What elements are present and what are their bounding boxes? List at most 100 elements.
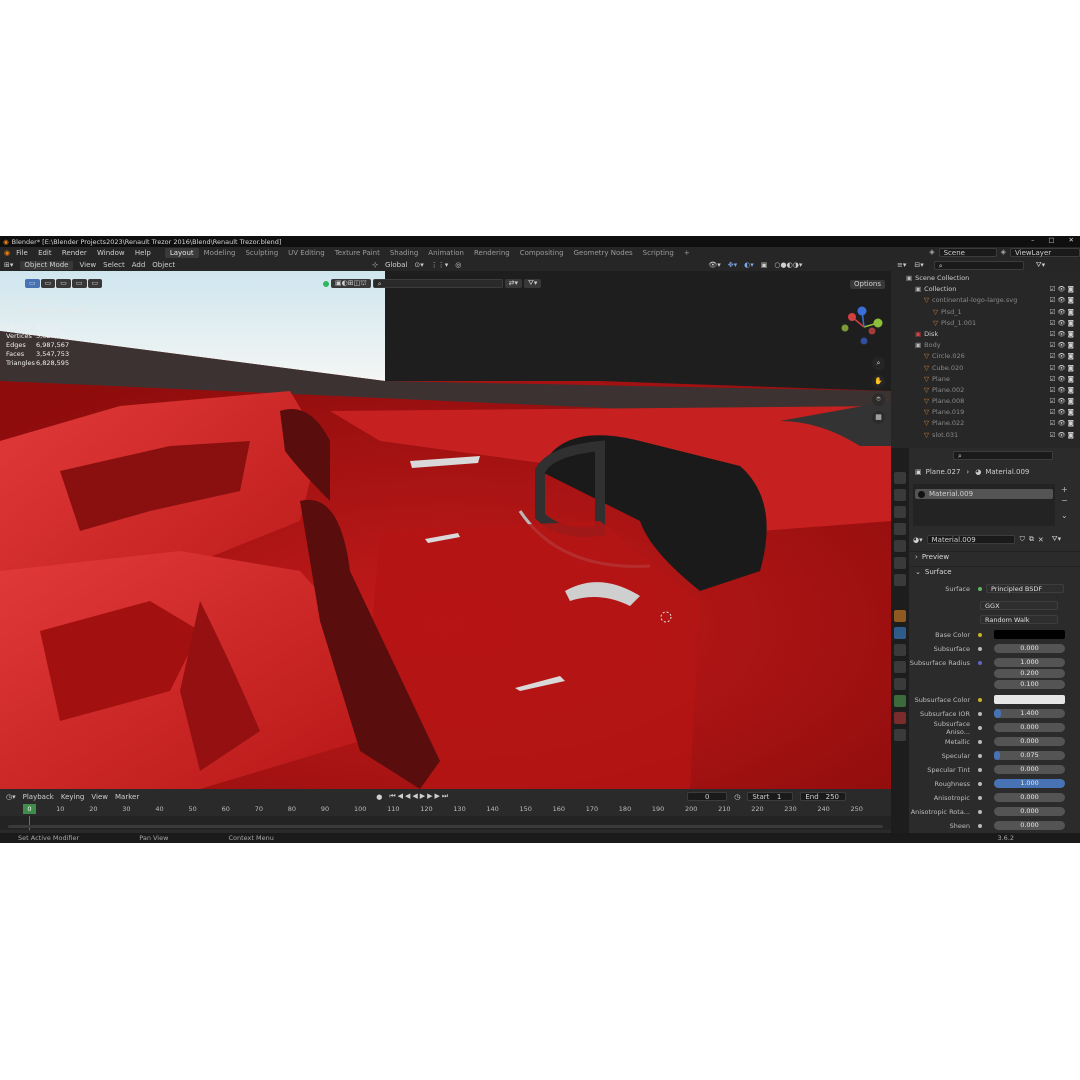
maximize-icon[interactable]: □ (1048, 236, 1054, 244)
outliner-row[interactable]: ▣ Body ☑ 👁 ◙ (891, 340, 1080, 351)
socket-icon[interactable] (978, 753, 982, 758)
current-frame-marker[interactable]: 0 (23, 804, 36, 814)
visibility-toggle-icons[interactable]: ☑ 👁 ◙ (1049, 385, 1074, 396)
visibility-icon[interactable]: 👁▾ (708, 261, 720, 269)
value-slider[interactable]: 0.000 (994, 765, 1065, 774)
material-name-field[interactable]: Material.009 (926, 535, 1015, 544)
outliner-row[interactable]: ▽ Plsd_1.001 ☑ 👁 ◙ (891, 318, 1080, 329)
3d-viewport[interactable]: User Perspective (0) Collection | Plane.… (0, 271, 891, 789)
tab-animation[interactable]: Animation (423, 248, 469, 258)
tab-modeling[interactable]: Modeling (199, 248, 241, 258)
view-menu[interactable]: View (80, 261, 97, 269)
tab-scripting[interactable]: Scripting (638, 248, 679, 258)
socket-icon[interactable] (978, 809, 982, 814)
transform-orientation-dropdown[interactable]: Global (385, 261, 407, 269)
material-tab-icon[interactable] (894, 712, 906, 724)
proportional-edit-icon[interactable]: ◎ (455, 261, 461, 269)
surface-panel-header[interactable]: ⌄ Surface (909, 566, 1080, 577)
outliner-row[interactable]: ▽ Plsd_1 ☑ 👁 ◙ (891, 307, 1080, 318)
select-extend-icon[interactable]: ▭ (40, 279, 56, 288)
browse-material-icon[interactable]: ◕▾ (913, 536, 923, 544)
xray-icon[interactable]: ▣ (761, 261, 768, 269)
socket-icon[interactable] (978, 660, 982, 665)
tool-tab-icon[interactable] (894, 472, 906, 484)
outliner-row[interactable]: ▽ Plane.022 ☑ 👁 ◙ (891, 418, 1080, 429)
modifier-tab-icon[interactable] (894, 627, 906, 639)
socket-icon[interactable] (978, 711, 982, 716)
distribution-dropdown[interactable]: GGX (980, 601, 1058, 610)
options-dropdown[interactable]: Options (849, 280, 885, 289)
menu-help[interactable]: Help (135, 249, 151, 257)
timeline-track[interactable] (0, 816, 891, 830)
zoom-icon[interactable]: ⌕ (872, 357, 885, 370)
outliner-row[interactable]: ▣ Disk ☑ 👁 ◙ (891, 329, 1080, 340)
blender-menu-icon[interactable]: ◉ (4, 249, 10, 257)
subsurface-method-dropdown[interactable]: Random Walk (980, 615, 1058, 624)
object-tab-icon[interactable] (894, 610, 906, 622)
tab-compositing[interactable]: Compositing (515, 248, 569, 258)
object-menu[interactable]: Object (152, 261, 175, 269)
overlay-icon[interactable]: ◐▾ (744, 261, 754, 269)
outliner-row[interactable]: ▽ Cube.020 ☑ 👁 ◙ (891, 363, 1080, 374)
socket-icon[interactable] (978, 795, 982, 800)
socket-icon[interactable] (978, 725, 982, 730)
object-type-icon[interactable] (323, 280, 329, 287)
add-slot-icon[interactable]: + (1061, 484, 1068, 495)
visibility-toggle-icons[interactable]: ☑ 👁 ◙ (1049, 407, 1074, 418)
marker-menu[interactable]: Marker (115, 793, 139, 801)
mode-dropdown[interactable]: Object Mode (20, 260, 73, 270)
socket-icon[interactable] (978, 697, 982, 702)
select-invert-icon[interactable]: ▭ (71, 279, 87, 288)
menu-edit[interactable]: Edit (38, 249, 52, 257)
visibility-toggle-icons[interactable]: ☑ 👁 ◙ (1049, 351, 1074, 362)
tab-shading[interactable]: Shading (385, 248, 423, 258)
value-slider[interactable]: 1.400 (994, 709, 1065, 718)
playback-controls[interactable]: ⏮◀◀◀▶▶▶⏭ (389, 792, 450, 801)
physics-tab-icon[interactable] (894, 661, 906, 673)
visibility-toggle-icons[interactable]: ☑ 👁 ◙ (1049, 363, 1074, 374)
value-slider[interactable]: 1.000 (994, 658, 1065, 667)
select-menu[interactable]: Select (103, 261, 125, 269)
camera-view-icon[interactable]: ⌾ (872, 393, 885, 406)
display-mode-icon[interactable]: ⊟▾ (914, 261, 923, 269)
value-slider[interactable]: 1.000 (994, 779, 1065, 788)
tab-geometry-nodes[interactable]: Geometry Nodes (569, 248, 638, 258)
fake-user-icon[interactable]: ⛉ (1020, 535, 1025, 544)
viewlayer-field[interactable]: ViewLayer (1010, 248, 1080, 257)
socket-icon[interactable] (978, 781, 982, 786)
timeline-scrollbar[interactable] (8, 825, 883, 828)
tool-icons[interactable]: ▣◐⊞◫⛫ (331, 279, 371, 288)
viewport-search-input[interactable]: ⌕ (372, 279, 503, 288)
menu-file[interactable]: File (16, 249, 28, 257)
end-frame-field[interactable]: End 250 (800, 792, 847, 801)
particles-tab-icon[interactable] (894, 644, 906, 656)
tab-rendering[interactable]: Rendering (469, 248, 515, 258)
add-menu[interactable]: Add (132, 261, 146, 269)
menu-window[interactable]: Window (97, 249, 125, 257)
output-tab-icon[interactable] (894, 506, 906, 518)
viewport-filter-icon[interactable]: ⛛▾ (524, 279, 542, 288)
outliner-editor-icon[interactable]: ≡▾ (897, 261, 906, 269)
node-filter-icon[interactable]: ⛛▾ (1052, 535, 1061, 544)
remove-slot-icon[interactable]: − (1061, 495, 1068, 506)
socket-icon[interactable] (978, 823, 982, 828)
add-workspace-icon[interactable]: + (679, 248, 695, 258)
scene-tab-icon[interactable] (894, 540, 906, 552)
socket-icon[interactable] (978, 767, 982, 772)
socket-icon[interactable] (978, 632, 982, 637)
timeline-view-menu[interactable]: View (91, 793, 108, 801)
close-icon[interactable]: ✕ (1069, 236, 1074, 244)
select-intersect-icon[interactable]: ▭ (87, 279, 103, 288)
texture-tab-icon[interactable] (894, 729, 906, 741)
color-swatch[interactable] (994, 630, 1065, 639)
scene-field[interactable]: Scene (938, 248, 997, 257)
view-layer-tab-icon[interactable] (894, 523, 906, 535)
start-frame-field[interactable]: Start 1 (747, 792, 794, 801)
color-swatch[interactable] (994, 695, 1065, 704)
duplicate-material-icon[interactable]: ⧉ (1029, 535, 1034, 544)
tab-uv-editing[interactable]: UV Editing (283, 248, 330, 258)
outliner-row[interactable]: ▽ Plane ☑ 👁 ◙ (891, 374, 1080, 385)
select-box-icon[interactable]: ▭ (25, 279, 40, 288)
keying-menu[interactable]: Keying (61, 793, 85, 801)
record-icon[interactable]: ● (376, 793, 382, 801)
